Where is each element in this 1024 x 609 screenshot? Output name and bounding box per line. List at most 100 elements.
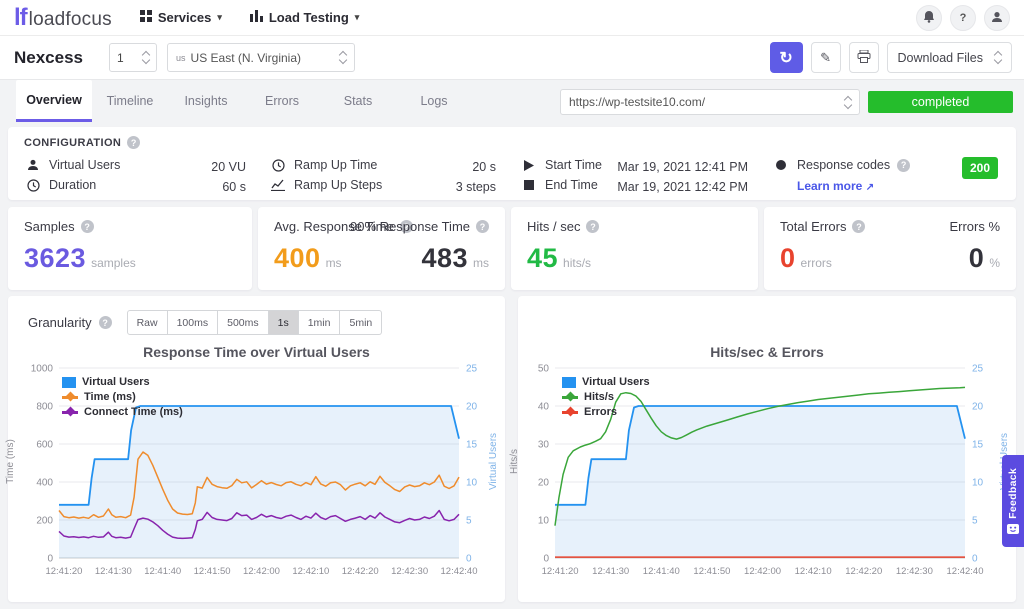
chart-legend: Virtual UsersHits/sErrors (562, 376, 650, 418)
legend-swatch (562, 396, 578, 399)
services-menu[interactable]: Services ▾ (140, 10, 222, 25)
help-icon[interactable]: ? (127, 136, 140, 149)
legend-item: Virtual Users (62, 376, 183, 388)
help-button[interactable]: ? (950, 5, 976, 31)
print-button[interactable] (849, 42, 879, 73)
svg-text:800: 800 (36, 402, 53, 413)
legend-item: Errors (562, 406, 650, 418)
svg-text:10: 10 (466, 478, 478, 489)
svg-text:12:41:40: 12:41:40 (144, 566, 181, 577)
errors-pct-unit: % (989, 256, 1000, 270)
question-icon: ? (960, 12, 967, 24)
printer-icon (857, 50, 871, 66)
loadfocus-logo[interactable]: lf loadfocus (14, 4, 112, 32)
logo-text: loadfocus (29, 9, 112, 31)
granularity-raw[interactable]: Raw (127, 310, 168, 335)
config-ramp-up-time-value: 20 s (408, 160, 496, 174)
rerun-test-button[interactable]: ↻ (770, 42, 803, 73)
config-ramp-up-time: Ramp Up Time (271, 158, 377, 172)
dot-icon (774, 158, 788, 172)
svg-text:12:41:20: 12:41:20 (45, 566, 82, 577)
p90-response-value: 483 (421, 243, 468, 274)
granularity-1min[interactable]: 1min (299, 310, 341, 335)
help-icon[interactable]: ? (852, 220, 865, 233)
account-button[interactable] (984, 5, 1010, 31)
legend-item: Hits/s (562, 391, 650, 403)
config-ramp-up-steps-value: 3 steps (408, 180, 496, 194)
granularity-5min[interactable]: 5min (340, 310, 382, 335)
samples-unit: samples (91, 256, 136, 270)
configuration-heading: CONFIGURATION (24, 137, 121, 149)
load-testing-menu[interactable]: Load Testing ▾ (250, 10, 359, 25)
granularity-100ms[interactable]: 100ms (168, 310, 219, 335)
avg-response-unit: ms (326, 256, 342, 270)
granularity-500ms[interactable]: 500ms (218, 310, 269, 335)
help-icon[interactable]: ? (99, 316, 112, 329)
run-number-stepper[interactable]: 1 (109, 43, 157, 72)
chevron-down-icon: ▾ (355, 12, 360, 23)
tab-stats[interactable]: Stats (320, 80, 396, 122)
y-axis-label: Time (ms) (5, 439, 16, 484)
y-axis-label: Hits/s (509, 449, 520, 474)
svg-text:40: 40 (538, 402, 550, 413)
granularity-1s[interactable]: 1s (269, 310, 299, 335)
select-arrows-icon (995, 52, 1001, 63)
select-arrows-icon (845, 97, 851, 108)
smiley-icon (1007, 524, 1019, 534)
steps-icon (271, 178, 285, 192)
svg-text:12:42:20: 12:42:20 (845, 566, 882, 577)
learn-more-link[interactable]: Learn more ↗ (797, 179, 874, 193)
notifications-button[interactable] (916, 5, 942, 31)
external-link-icon: ↗ (866, 182, 874, 193)
region-select[interactable]: us US East (N. Virginia) (167, 43, 355, 72)
svg-text:10: 10 (972, 478, 984, 489)
svg-text:12:42:10: 12:42:10 (795, 566, 832, 577)
svg-text:5: 5 (972, 516, 978, 527)
edit-test-button[interactable]: ✎ (811, 42, 841, 73)
help-icon[interactable]: ? (586, 220, 599, 233)
top-navigation-bar: lf loadfocus Services ▾ Load Testing ▾ ? (0, 0, 1024, 36)
config-end-time: End Time (522, 178, 598, 192)
errors-pct-value: 0 (969, 243, 985, 274)
legend-swatch (562, 377, 576, 388)
svg-text:20: 20 (466, 402, 478, 413)
bar-chart-icon (250, 10, 263, 25)
download-files-label: Download Files (898, 51, 983, 65)
logo-mark: lf (14, 4, 27, 32)
help-icon[interactable]: ? (897, 159, 910, 172)
stepper-arrows-icon[interactable] (143, 52, 149, 63)
granularity-control: Granularity ? Raw 100ms 500ms 1s 1min 5m… (28, 310, 382, 335)
legend-swatch (62, 396, 78, 399)
test-toolbar: Nexcess 1 us US East (N. Virginia) ↻ ✎ D… (0, 36, 1024, 80)
svg-text:12:42:40: 12:42:40 (441, 566, 478, 577)
svg-text:12:42:40: 12:42:40 (947, 566, 984, 577)
svg-text:12:41:50: 12:41:50 (693, 566, 730, 577)
chevron-down-icon: ▾ (217, 12, 222, 23)
help-icon[interactable]: ? (81, 220, 94, 233)
svg-text:12:42:30: 12:42:30 (391, 566, 428, 577)
legend-item: Connect Time (ms) (62, 406, 183, 418)
svg-text:15: 15 (972, 440, 984, 451)
svg-text:25: 25 (466, 364, 478, 375)
hits-label: Hits / sec (527, 219, 580, 234)
config-response-codes: Response codes ? (774, 158, 910, 172)
svg-text:12:41:40: 12:41:40 (643, 566, 680, 577)
svg-text:200: 200 (36, 516, 53, 527)
errors-card: Total Errors? Errors % 0errors 0% (764, 207, 1016, 290)
refresh-icon: ↻ (779, 48, 792, 68)
help-icon[interactable]: ? (476, 220, 489, 233)
tabs-list: Overview Timeline Insights Errors Stats … (16, 80, 472, 122)
samples-label: Samples (24, 219, 75, 234)
download-files-dropdown[interactable]: Download Files (887, 42, 1012, 73)
tab-insights[interactable]: Insights (168, 80, 244, 122)
svg-text:12:41:50: 12:41:50 (194, 566, 231, 577)
tab-timeline[interactable]: Timeline (92, 80, 168, 122)
tab-overview[interactable]: Overview (16, 80, 92, 122)
services-menu-label: Services (158, 10, 212, 25)
tab-errors[interactable]: Errors (244, 80, 320, 122)
tab-logs[interactable]: Logs (396, 80, 472, 122)
chart-legend: Virtual UsersTime (ms)Connect Time (ms) (62, 376, 183, 418)
test-url-select[interactable]: https://wp-testsite10.com/ (560, 89, 860, 115)
feedback-button[interactable]: Feedback (1002, 455, 1024, 547)
chart-title: Hits/sec & Errors (518, 344, 1016, 360)
